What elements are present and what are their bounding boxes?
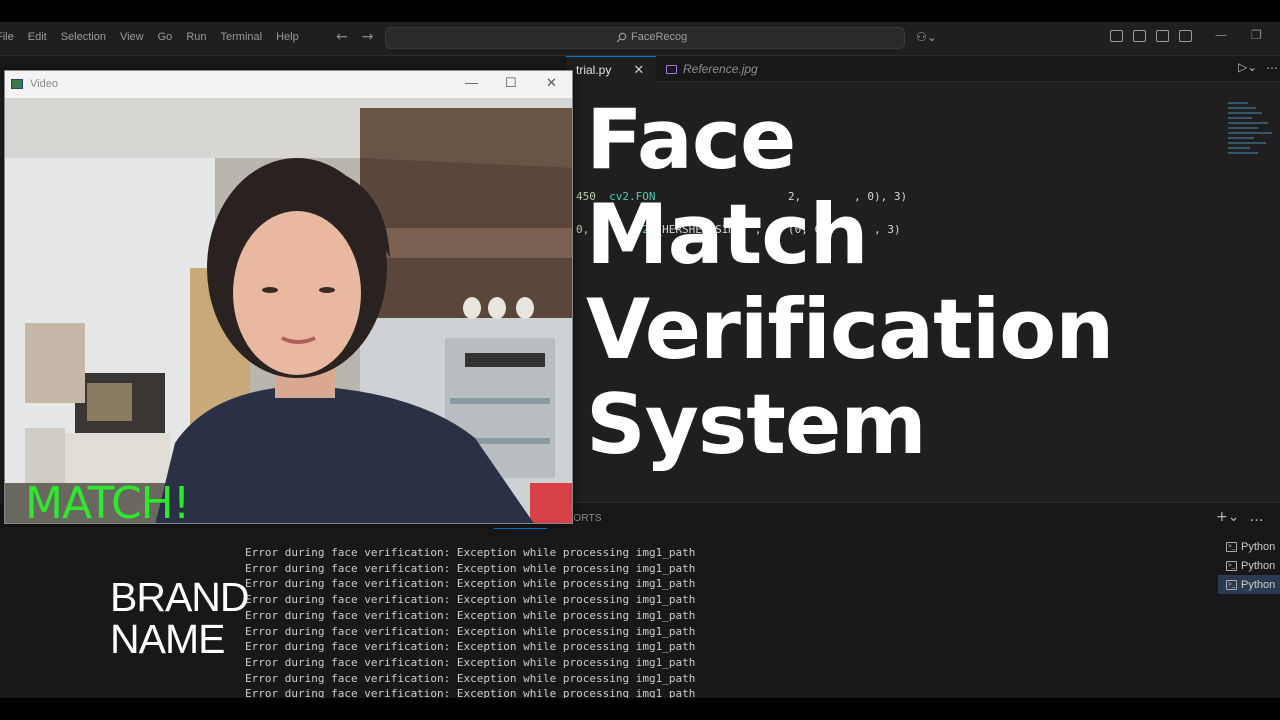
terminal-line: Error during face verification: Exceptio…: [245, 640, 696, 654]
toggle-secondary-sidebar-icon[interactable]: [1179, 30, 1192, 42]
search-icon: [616, 32, 627, 42]
search-text: FaceRecog: [631, 31, 688, 43]
layout-controls: [1110, 30, 1192, 42]
terminal-line: Error during face verification: Exceptio…: [245, 561, 696, 575]
menu-terminal[interactable]: Terminal: [221, 31, 263, 43]
terminal-icon: >_: [1226, 560, 1237, 571]
minimize-icon[interactable]: —: [1215, 28, 1227, 42]
run-icon[interactable]: ▷⌄: [1238, 60, 1257, 74]
window-controls: — ❐: [1215, 28, 1262, 42]
terminal-line: Error during face verification: Exceptio…: [245, 671, 696, 685]
headline-line: Verification: [586, 281, 1114, 378]
restore-icon[interactable]: ❐: [1251, 28, 1262, 42]
app-icon: [11, 79, 23, 89]
minimize-icon[interactable]: —: [465, 75, 478, 90]
headline-line: Face: [586, 91, 796, 188]
terminal-line: Error during face verification: Exceptio…: [245, 593, 696, 607]
close-icon[interactable]: ✕: [633, 62, 644, 78]
terminal-line: Error during face verification: Exceptio…: [245, 655, 696, 669]
menu-view[interactable]: View: [120, 31, 144, 43]
match-label: MATCH!: [25, 478, 190, 524]
headline-overlay: Face Match Verification System: [586, 92, 1280, 472]
copilot-icon[interactable]: ⚇⌄: [916, 30, 937, 44]
terminal-icon: >_: [1226, 579, 1237, 590]
forward-arrow-icon[interactable]: →: [362, 29, 374, 45]
image-file-icon: [666, 64, 677, 74]
video-title: Video: [30, 78, 58, 90]
close-icon[interactable]: ✕: [546, 75, 557, 91]
video-window[interactable]: Video — ☐ ✕ MATCH!: [4, 70, 573, 524]
headline-line: Match: [586, 186, 869, 283]
nav-arrows: ← →: [336, 29, 373, 45]
tab-trial-py[interactable]: trial.py ✕: [566, 56, 656, 82]
brand-line: NAME: [110, 616, 225, 662]
terminal-line: Error during face verification: Exceptio…: [245, 624, 696, 638]
terminal-list-item[interactable]: >_ Python: [1218, 575, 1280, 594]
more-icon[interactable]: …: [1249, 509, 1263, 525]
customize-layout-icon[interactable]: [1110, 30, 1123, 42]
terminal-output[interactable]: Error during face verification: Exceptio…: [245, 545, 695, 698]
title-bar: File Edit Selection View Go Run Terminal…: [0, 22, 1280, 56]
toggle-panel-icon[interactable]: [1156, 30, 1169, 42]
terminal-line: Error during face verification: Exceptio…: [245, 577, 696, 591]
menu-bar: File Edit Selection View Go Run Terminal…: [0, 31, 313, 43]
terminal-list-item[interactable]: >_ Python: [1218, 537, 1280, 556]
webcam-frame-image: [5, 98, 572, 523]
terminal-line: Error during face verification: Exceptio…: [245, 608, 696, 622]
back-arrow-icon[interactable]: ←: [336, 29, 348, 45]
video-title-bar[interactable]: Video — ☐ ✕: [5, 71, 572, 98]
menu-selection[interactable]: Selection: [61, 31, 106, 43]
toggle-sidebar-icon[interactable]: [1133, 30, 1146, 42]
new-terminal-icon[interactable]: +⌄: [1216, 509, 1239, 525]
headline-line: System: [586, 376, 927, 473]
bottom-letterbox: [0, 698, 1280, 720]
brand-line: BRAND: [110, 574, 250, 620]
terminal-list-item[interactable]: >_ Python: [1218, 556, 1280, 575]
more-actions-icon[interactable]: …: [1266, 58, 1278, 72]
maximize-icon[interactable]: ☐: [505, 75, 517, 91]
menu-help[interactable]: Help: [276, 31, 299, 43]
tab-reference-jpg[interactable]: Reference.jpg: [660, 56, 770, 82]
top-letterbox: [0, 0, 1280, 22]
terminal-line: Error during face verification: Exceptio…: [245, 687, 696, 698]
brand-name-overlay: BRAND NAME: [110, 574, 250, 662]
menu-edit[interactable]: Edit: [28, 31, 47, 43]
tab-label: trial.py: [576, 62, 612, 77]
menu-run[interactable]: Run: [186, 31, 206, 43]
terminal-list: >_ Python >_ Python >_ Python: [1218, 537, 1280, 594]
webcam-feed: MATCH!: [5, 98, 572, 524]
tab-label: Reference.jpg: [683, 62, 758, 76]
terminal-line: Error during face verification: Exceptio…: [245, 546, 696, 559]
panel-actions: +⌄ …: [1216, 509, 1263, 525]
terminal-icon: >_: [1226, 541, 1237, 552]
menu-file[interactable]: File: [0, 31, 14, 43]
menu-go[interactable]: Go: [158, 31, 173, 43]
command-center-search[interactable]: FaceRecog: [385, 27, 905, 49]
